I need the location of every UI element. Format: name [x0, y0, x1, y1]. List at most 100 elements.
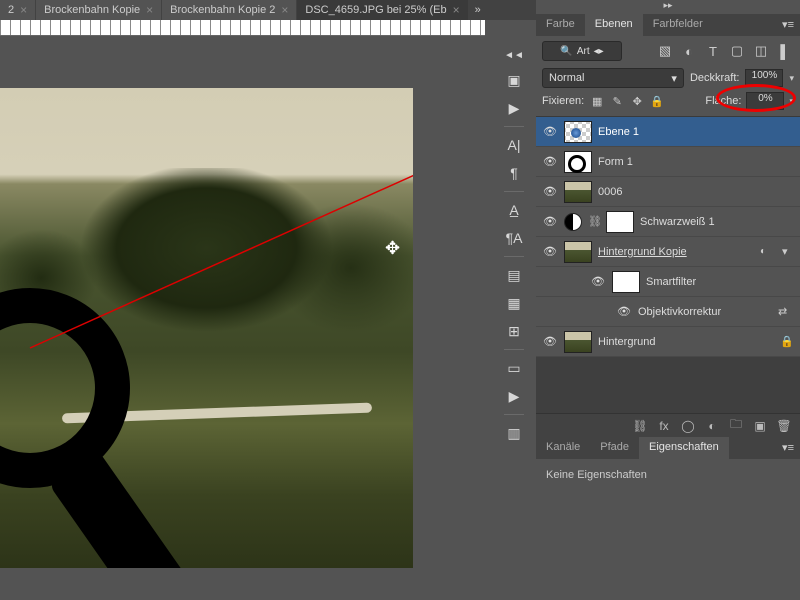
- doc-tab[interactable]: 2×: [0, 0, 35, 20]
- layer-mask-thumbnail[interactable]: [606, 211, 634, 233]
- panel-menu-icon[interactable]: ▾≡: [776, 437, 800, 459]
- lock-all-icon[interactable]: 🔒: [649, 93, 665, 109]
- layer-row[interactable]: 👁 Form 1: [536, 147, 800, 177]
- layer-name[interactable]: Form 1: [598, 156, 794, 168]
- layer-name[interactable]: Schwarzweiß 1: [640, 216, 794, 228]
- layer-name[interactable]: Hintergrund Kopie: [598, 246, 754, 258]
- panel-tab-group: Kanäle Pfade Eigenschaften ▾≡: [536, 437, 800, 459]
- brush-presets-icon[interactable]: ▦: [500, 291, 528, 315]
- actions-panel-icon[interactable]: ▶: [500, 96, 528, 120]
- layer-name[interactable]: 0006: [598, 186, 794, 198]
- fill-input[interactable]: 0%: [746, 92, 784, 110]
- visibility-icon[interactable]: 👁: [542, 245, 558, 258]
- collapse-toggle-icon[interactable]: ▸▸: [536, 0, 800, 14]
- navigator-panel-icon[interactable]: ▭: [500, 356, 528, 380]
- filter-toggle-icon[interactable]: ▌: [776, 42, 794, 60]
- collapsed-panel-dock: ◄◄ ▣ ▶ A| ¶ A̲ ¶A ▤ ▦ ⊞ ▭ ▶ ▥: [495, 36, 533, 445]
- tab-ebenen[interactable]: Ebenen: [585, 14, 643, 36]
- layer-row[interactable]: 👁 Hintergrund 🔒: [536, 327, 800, 357]
- properties-body: Keine Eigenschaften: [536, 459, 800, 491]
- filter-shape-icon[interactable]: ▢: [728, 42, 746, 60]
- expand-icon[interactable]: ▾: [782, 245, 794, 258]
- layer-row[interactable]: 👁 Hintergrund Kopie ◐ ▾: [536, 237, 800, 267]
- new-group-icon[interactable]: 🗀: [728, 418, 744, 434]
- tab-eigenschaften[interactable]: Eigenschaften: [639, 437, 729, 459]
- layers-empty-area[interactable]: [536, 357, 800, 413]
- link-layers-icon[interactable]: ⛓: [632, 418, 648, 434]
- new-adjustment-icon[interactable]: ◐: [704, 418, 720, 434]
- add-mask-icon[interactable]: ◯: [680, 418, 696, 434]
- opacity-input[interactable]: 100%: [745, 69, 783, 87]
- character-panel-icon[interactable]: A|: [500, 133, 528, 157]
- lock-pixels-icon[interactable]: ✎: [609, 93, 625, 109]
- close-icon[interactable]: ×: [281, 3, 288, 17]
- layer-row[interactable]: 👁 0006: [536, 177, 800, 207]
- layer-row[interactable]: 👁 👁 Smartfilter: [536, 267, 800, 297]
- layer-thumbnail[interactable]: [564, 121, 592, 143]
- layer-thumbnail[interactable]: [564, 241, 592, 263]
- filter-options-icon[interactable]: ⇄: [778, 305, 794, 318]
- opacity-label: Deckkraft:: [690, 72, 740, 84]
- filter-smart-icon[interactable]: ◫: [752, 42, 770, 60]
- panel-menu-icon[interactable]: ▾≡: [776, 14, 800, 36]
- dropdown-icon[interactable]: ▾: [789, 96, 794, 107]
- visibility-icon[interactable]: 👁: [542, 125, 558, 138]
- layer-thumbnail[interactable]: [564, 151, 592, 173]
- visibility-icon[interactable]: 👁: [542, 155, 558, 168]
- delete-layer-icon[interactable]: 🗑: [776, 418, 792, 434]
- layer-row[interactable]: 👁 Ebene 1: [536, 117, 800, 147]
- fx-icon[interactable]: fx: [656, 418, 672, 434]
- close-icon[interactable]: ×: [20, 3, 27, 17]
- close-icon[interactable]: ×: [146, 3, 153, 17]
- doc-tab-active[interactable]: DSC_4659.JPG bei 25% (Eb×: [297, 0, 467, 20]
- info-panel-icon[interactable]: ▥: [500, 421, 528, 445]
- blend-mode-select[interactable]: Normal▾: [542, 68, 684, 88]
- document-canvas[interactable]: ✥: [0, 88, 413, 568]
- dropdown-icon[interactable]: ▾: [789, 73, 794, 84]
- panel-tab-group: Farbe Ebenen Farbfelder ▾≡: [536, 14, 800, 36]
- filter-name[interactable]: Objektivkorrektur: [638, 306, 772, 318]
- link-icon[interactable]: ⛓: [588, 215, 600, 228]
- lock-icon[interactable]: 🔒: [780, 335, 794, 348]
- paragraph-styles-icon[interactable]: ¶A: [500, 226, 528, 250]
- character-styles-icon[interactable]: A̲: [500, 198, 528, 222]
- layer-name: Smartfilter: [646, 276, 794, 288]
- layer-thumbnail[interactable]: [564, 181, 592, 203]
- horizontal-ruler: [0, 20, 485, 36]
- layers-list: 👁 Ebene 1 👁 Form 1 👁 0006 👁 ⛓ Schwarzwei…: [536, 116, 800, 357]
- collapse-toggle-icon[interactable]: ◄◄: [500, 46, 528, 64]
- blend-opacity-row: Normal▾ Deckkraft: 100% ▾: [536, 66, 800, 90]
- brushes-panel-icon[interactable]: ▤: [500, 263, 528, 287]
- layer-row[interactable]: 👁 👁 Objektivkorrektur ⇄: [536, 297, 800, 327]
- new-layer-icon[interactable]: ▣: [752, 418, 768, 434]
- paragraph-panel-icon[interactable]: ¶: [500, 161, 528, 185]
- tab-farbfelder[interactable]: Farbfelder: [643, 14, 713, 36]
- play-icon[interactable]: ▶: [500, 384, 528, 408]
- tab-kanaele[interactable]: Kanäle: [536, 437, 590, 459]
- tab-pfade[interactable]: Pfade: [590, 437, 639, 459]
- filter-pixel-icon[interactable]: ▧: [656, 42, 674, 60]
- lock-position-icon[interactable]: ✥: [629, 93, 645, 109]
- filter-type-select[interactable]: 🔍 Art ◂▸: [542, 41, 622, 61]
- properties-panel: Keine Eigenschaften: [536, 459, 800, 491]
- tab-farbe[interactable]: Farbe: [536, 14, 585, 36]
- visibility-icon[interactable]: 👁: [542, 215, 558, 228]
- visibility-icon[interactable]: 👁: [542, 185, 558, 198]
- visibility-icon[interactable]: 👁: [590, 275, 606, 288]
- clone-source-icon[interactable]: ⊞: [500, 319, 528, 343]
- filter-mask-thumbnail[interactable]: [612, 271, 640, 293]
- doc-tab[interactable]: Brockenbahn Kopie×: [36, 0, 161, 20]
- layer-name[interactable]: Hintergrund: [598, 336, 774, 348]
- doc-tab[interactable]: Brockenbahn Kopie 2×: [162, 0, 296, 20]
- visibility-icon[interactable]: 👁: [616, 305, 632, 318]
- layer-name[interactable]: Ebene 1: [598, 126, 794, 138]
- layer-row[interactable]: 👁 ⛓ Schwarzweiß 1: [536, 207, 800, 237]
- lock-transparency-icon[interactable]: ▦: [589, 93, 605, 109]
- history-panel-icon[interactable]: ▣: [500, 68, 528, 92]
- tab-overflow-button[interactable]: »: [469, 4, 487, 16]
- filter-adjust-icon[interactable]: ◐: [680, 42, 698, 60]
- close-icon[interactable]: ×: [453, 3, 460, 17]
- visibility-icon[interactable]: 👁: [542, 335, 558, 348]
- filter-type-icon[interactable]: T: [704, 42, 722, 60]
- layer-thumbnail[interactable]: [564, 331, 592, 353]
